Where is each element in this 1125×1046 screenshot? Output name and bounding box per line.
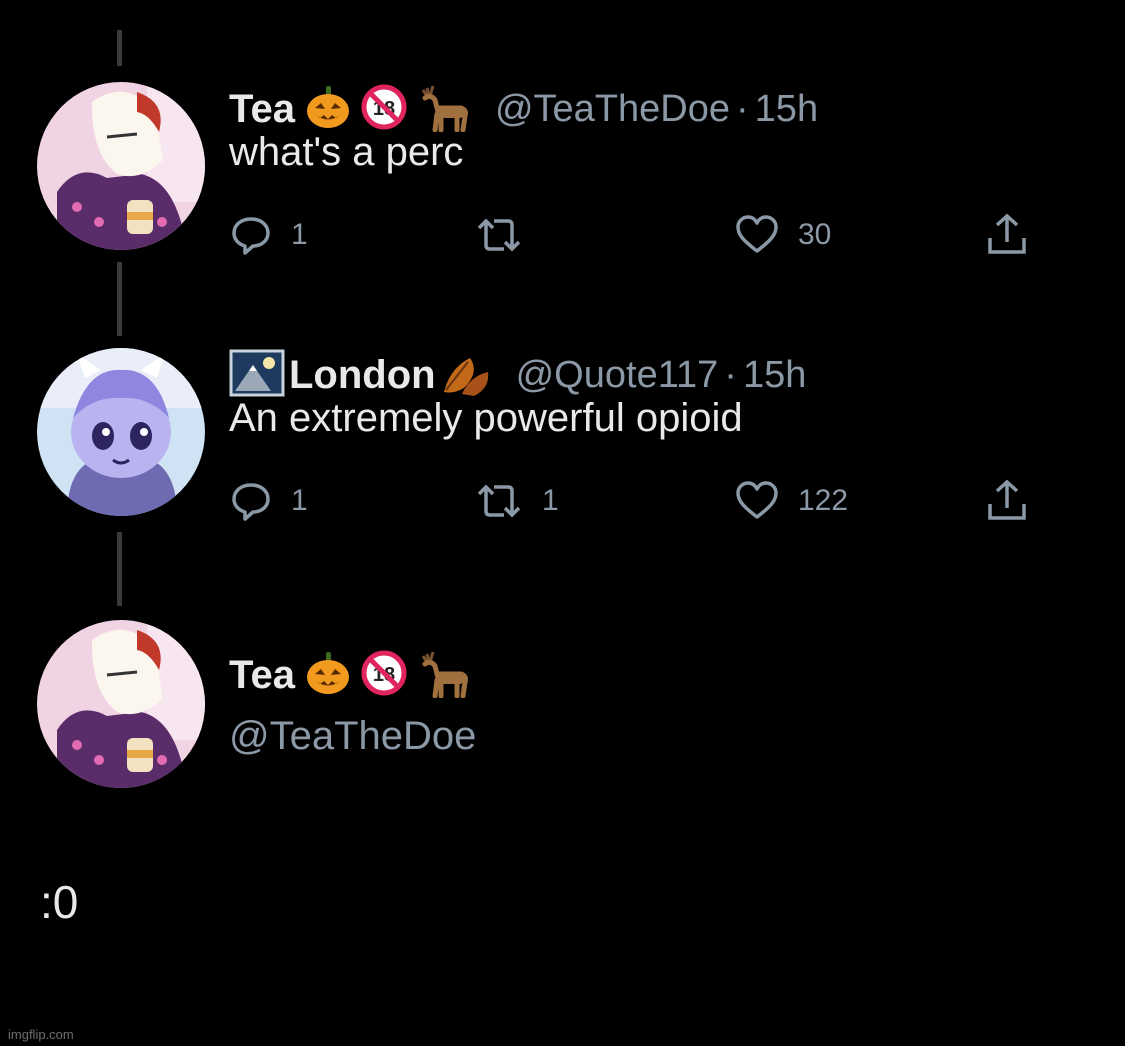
fallen-leaf-icon: [440, 348, 492, 403]
avatar[interactable]: [37, 348, 205, 516]
avatar[interactable]: [37, 620, 205, 788]
display-name[interactable]: London: [289, 353, 436, 398]
mountain-picture-icon: [229, 347, 285, 404]
handle[interactable]: @TeaTheDoe · 15h: [495, 88, 818, 131]
timestamp[interactable]: 15h: [755, 88, 818, 130]
retweet-count: 1: [542, 484, 559, 517]
deer-icon: [417, 82, 471, 137]
handle[interactable]: @Quote117 · 15h: [516, 354, 807, 397]
retweet-icon: [477, 218, 521, 252]
reply-count: 1: [291, 484, 308, 517]
deer-icon: [417, 648, 471, 703]
like-button[interactable]: 30: [734, 210, 831, 260]
timestamp[interactable]: 15h: [743, 354, 806, 396]
tweet-text: what's a perc: [229, 130, 464, 174]
thread-line-top: [117, 30, 122, 66]
retweet-button[interactable]: [474, 210, 542, 260]
reply-icon: [232, 483, 270, 521]
tweet-actions: 1 30: [229, 210, 1049, 260]
heart-icon: [736, 481, 778, 519]
share-button[interactable]: [985, 476, 1029, 526]
avatar[interactable]: [37, 82, 205, 250]
reply-icon: [232, 217, 270, 255]
share-icon: [988, 213, 1026, 254]
pumpkin-emoji: [305, 84, 351, 135]
like-count: 122: [798, 484, 849, 517]
pumpkin-icon: [305, 650, 351, 701]
like-button[interactable]: 122: [734, 476, 848, 526]
no-under-18-icon: 18: [361, 84, 407, 135]
display-name[interactable]: Tea: [229, 87, 295, 132]
tweet-header: London @Quote117 · 15h: [229, 348, 806, 402]
tweet-header: Tea 18 @TeaTheDoe·15h: [229, 82, 818, 136]
tweet[interactable]: Tea 18 @TeaTheDoe·15h: [0, 78, 1125, 278]
avatar-image: [37, 620, 205, 788]
reply-button[interactable]: 1: [229, 476, 308, 526]
reply-count: 1: [291, 218, 308, 251]
heart-icon: [736, 215, 778, 253]
tweet[interactable]: London @Quote117 · 15h An extremely powerf…: [0, 344, 1125, 544]
like-count: 30: [798, 218, 832, 251]
author-header: Tea 18: [229, 648, 471, 702]
reply-author-card: Tea 18 @TeaTheDoe: [0, 620, 1125, 820]
handle[interactable]: @TeaTheDoe: [229, 714, 476, 759]
retweet-button[interactable]: 1: [474, 476, 559, 526]
display-name[interactable]: Tea: [229, 653, 295, 698]
tweet-actions: 1 1 122: [229, 476, 1049, 526]
caption-text: :0: [40, 876, 79, 928]
avatar-image: [37, 82, 205, 250]
tweet-text: An extremely powerful opioid: [229, 396, 743, 440]
no-under-18-icon: 18: [361, 650, 407, 701]
reply-button[interactable]: 1: [229, 210, 308, 260]
avatar-image: [37, 348, 205, 516]
share-button[interactable]: [985, 210, 1029, 260]
share-icon: [988, 479, 1026, 520]
watermark: imgflip.com: [8, 1027, 74, 1042]
retweet-icon: [477, 484, 521, 518]
